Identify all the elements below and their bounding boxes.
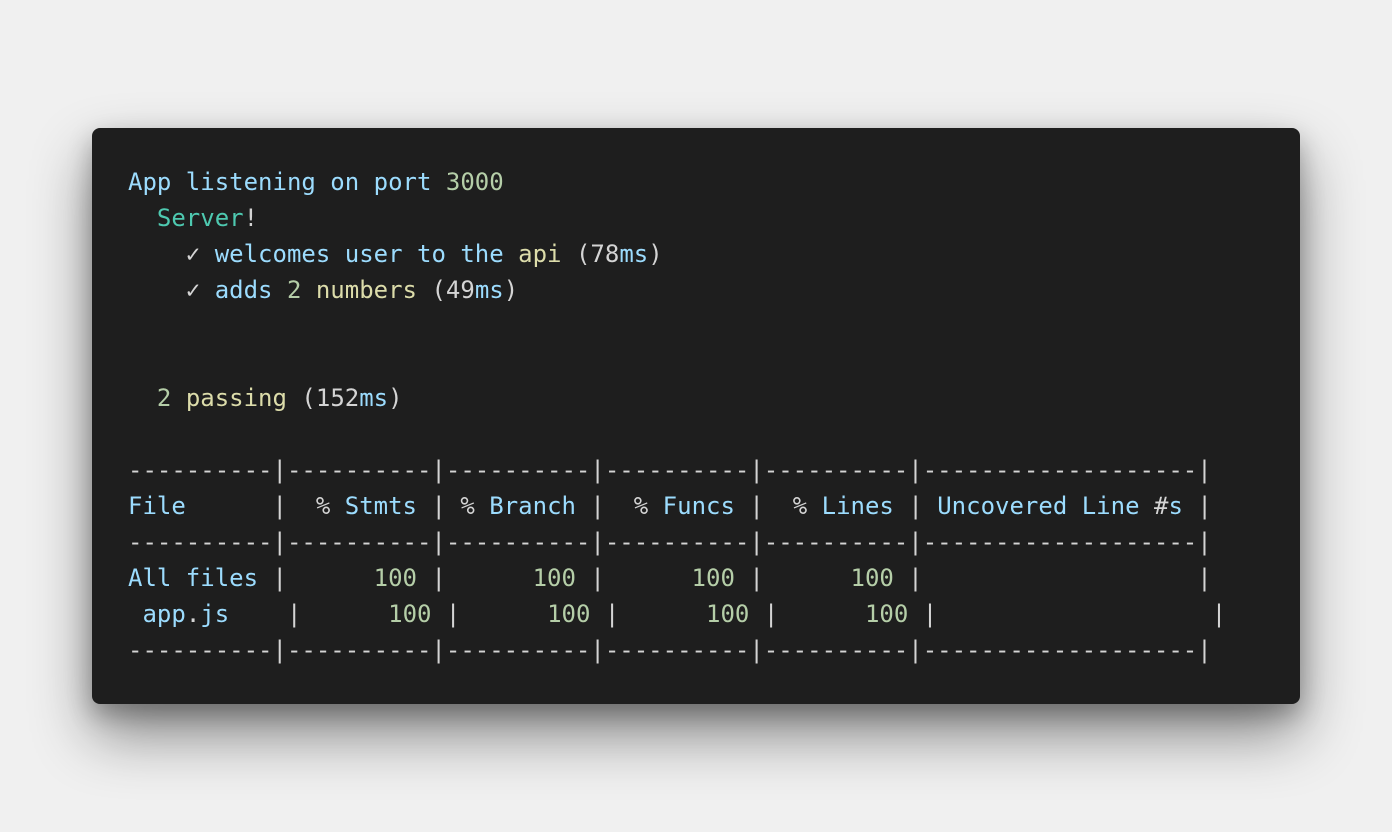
row-file: All files bbox=[128, 564, 259, 592]
percent-sign: % bbox=[633, 492, 649, 520]
header-stmts: Stmts bbox=[344, 492, 417, 520]
test-title-keyword: numbers bbox=[315, 276, 418, 304]
header-branch: Branch bbox=[489, 492, 576, 520]
suite-line: Server! bbox=[128, 200, 1226, 236]
table-row: app.js | 100 | 100 | 100 | 100 | | bbox=[142, 600, 1227, 628]
test-title: welcomes user to the bbox=[214, 240, 504, 268]
table-row: All files | 100 | 100 | 100 | 100 | | bbox=[128, 564, 1212, 592]
port-number: 3000 bbox=[445, 168, 504, 196]
passing-count: 2 bbox=[156, 384, 172, 412]
duration-value: 78 bbox=[590, 240, 620, 268]
row-stmts: 100 bbox=[373, 564, 417, 592]
check-icon: ✓ bbox=[185, 240, 201, 268]
terminal-panel: App listening on port 3000 Server! ✓ wel… bbox=[92, 128, 1300, 704]
row-file-ext: js bbox=[200, 600, 230, 628]
test-title-keyword: api bbox=[518, 240, 562, 268]
duration-value: 49 bbox=[445, 276, 475, 304]
listening-text: App listening on port bbox=[128, 168, 432, 196]
row-stmts: 100 bbox=[388, 600, 432, 628]
header-hash: # bbox=[1153, 492, 1169, 520]
summary-line: 2 passing (152ms) bbox=[128, 380, 1226, 416]
suite-name: Server bbox=[156, 204, 244, 232]
test-duration: (49ms) bbox=[431, 276, 519, 304]
row-funcs: 100 bbox=[691, 564, 735, 592]
percent-sign: % bbox=[315, 492, 331, 520]
duration-unit: ms bbox=[474, 276, 504, 304]
percent-sign: % bbox=[460, 492, 475, 520]
header-uncovered-s: s bbox=[1168, 492, 1183, 520]
table-separator: ----------|----------|----------|-------… bbox=[128, 636, 1212, 664]
header-funcs: Funcs bbox=[662, 492, 735, 520]
header-uncovered: Uncovered Line bbox=[937, 492, 1140, 520]
row-lines: 100 bbox=[864, 600, 909, 628]
row-file: app bbox=[142, 600, 186, 628]
test-line: ✓ adds 2 numbers (49ms) bbox=[128, 272, 1226, 308]
test-title: adds bbox=[214, 276, 273, 304]
test-duration: (78ms) bbox=[575, 240, 663, 268]
header-lines: Lines bbox=[821, 492, 894, 520]
row-lines: 100 bbox=[850, 564, 894, 592]
suite-punct: ! bbox=[243, 204, 259, 232]
duration-unit: ms bbox=[619, 240, 649, 268]
listening-line: App listening on port 3000 bbox=[128, 164, 1226, 200]
terminal-output: App listening on port 3000 Server! ✓ wel… bbox=[128, 164, 1226, 668]
percent-sign: % bbox=[792, 492, 808, 520]
table-separator: ----------|----------|----------|-------… bbox=[128, 456, 1212, 484]
passing-label: passing bbox=[185, 384, 287, 412]
test-line: ✓ welcomes user to the api (78ms) bbox=[128, 236, 1226, 272]
row-branch: 100 bbox=[532, 564, 576, 592]
test-title-number: 2 bbox=[286, 276, 302, 304]
table-header-row: File | % Stmts | % Branch | % Funcs | % … bbox=[128, 492, 1212, 520]
row-file-dot: . bbox=[185, 600, 201, 628]
duration-unit: ms bbox=[359, 384, 389, 412]
header-file: File bbox=[128, 492, 186, 520]
duration-value: 152 bbox=[315, 384, 360, 412]
table-separator: ----------|----------|----------|-------… bbox=[128, 528, 1212, 556]
row-funcs: 100 bbox=[706, 600, 750, 628]
summary-duration: (152ms) bbox=[301, 384, 403, 412]
check-icon: ✓ bbox=[185, 276, 201, 304]
row-branch: 100 bbox=[547, 600, 591, 628]
